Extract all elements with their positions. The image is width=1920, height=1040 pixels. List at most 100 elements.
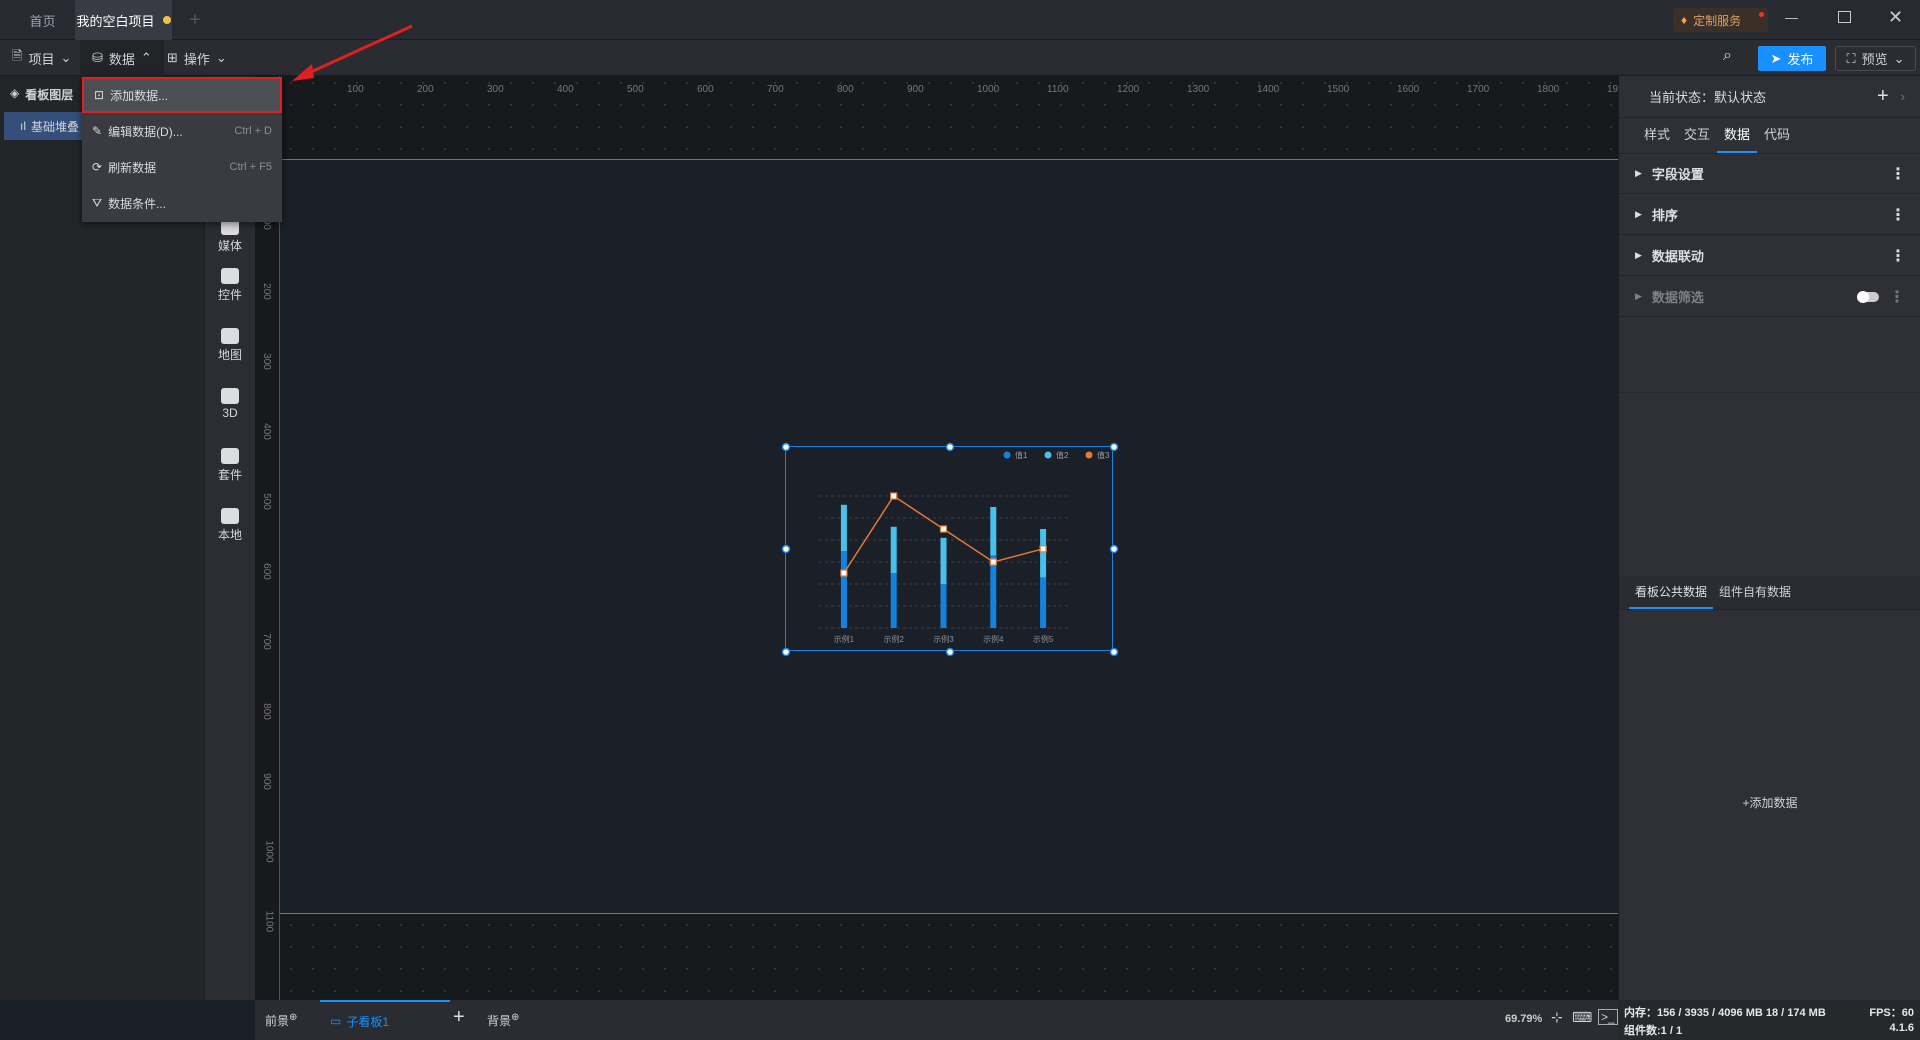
add-data-button[interactable]: +添加数据	[1619, 794, 1920, 811]
ruler-label: 800	[260, 703, 272, 720]
more-icon[interactable]: ⋮	[1889, 287, 1905, 307]
local-button[interactable]: 本地	[205, 508, 255, 543]
ruler-label: 400	[260, 423, 272, 440]
section-label: 数据筛选	[1651, 290, 1704, 305]
toolbar: 🗎 项目 ⌄ ⛁ 数据 ⌃ ⊞ 操作 ⌄ ⌕ ➤ 发布 ⛶ 预览 ⌄	[0, 40, 1920, 76]
new-tab-button[interactable]: +	[180, 0, 210, 40]
menu-item-add-data[interactable]: ⊡ 添加数据...	[82, 77, 282, 113]
chart-component[interactable]: 示例1 示例2 示例3 示例4 示例5 值1 值2 值3	[781, 442, 1119, 657]
controls-button[interactable]: 控件	[205, 268, 255, 303]
more-icon[interactable]: ⋮	[1890, 246, 1906, 266]
shirt-icon	[221, 448, 239, 464]
kit-button[interactable]: 套件	[205, 448, 255, 483]
data-menu-button[interactable]: ⛁ 数据 ⌃	[80, 40, 164, 76]
more-icon[interactable]: ⋮	[1890, 164, 1906, 184]
minimize-icon[interactable]: —	[1785, 10, 1798, 25]
preview-button[interactable]: ⛶ 预览 ⌄	[1835, 46, 1916, 71]
add-data-label: 添加数据	[1749, 796, 1798, 810]
keyboard-icon[interactable]: ⌨	[1572, 1009, 1592, 1026]
project-menu-button[interactable]: 🗎 项目 ⌄	[0, 40, 83, 76]
x-tick-label: 示例3	[933, 634, 954, 644]
list-icon	[221, 268, 239, 284]
foreground-tab[interactable]: 前景⊕	[265, 1012, 297, 1029]
tab-own-data[interactable]: 组件自有数据	[1713, 576, 1797, 609]
ruler-label: 1100	[263, 910, 275, 933]
3d-label: 3D	[222, 406, 238, 420]
operate-menu-button[interactable]: ⊞ 操作 ⌄	[155, 40, 239, 76]
add-circle-icon[interactable]: ⊕	[511, 1012, 519, 1023]
kit-label: 套件	[217, 468, 242, 482]
add-circle-icon[interactable]: ⊕	[289, 1012, 297, 1023]
tab-2[interactable]: 数据	[1717, 118, 1758, 153]
section-data-filter[interactable]: ▶ 数据筛选 ⋮	[1619, 277, 1920, 317]
data-dropdown-menu: ⊡ 添加数据... ✎ 编辑数据(D)... Ctrl + D ⟳ 刷新数据 Ctrl +…	[82, 77, 282, 222]
database-icon: ⛁	[92, 50, 103, 65]
subboard-label: 子看板1	[346, 1014, 390, 1029]
tab-home[interactable]: 首页	[0, 0, 85, 40]
line-point	[939, 525, 948, 533]
memory-readout: 内存：156 / 3935 / 4096 MB 18 / 174 MB	[1624, 1004, 1826, 1020]
add-state-icon[interactable]: +	[1877, 85, 1889, 108]
section-sort[interactable]: ▶ 排序 ⋮	[1619, 195, 1920, 235]
line-point	[840, 569, 848, 577]
components-label: 组件数:	[1624, 1025, 1661, 1037]
filter-toggle[interactable]	[1857, 290, 1879, 303]
map-button[interactable]: 地图	[205, 328, 255, 363]
menu-item-data-condition[interactable]: ⛛ 数据条件...	[82, 185, 282, 221]
subboard-tab[interactable]: ▭ 子看板1	[320, 1000, 450, 1040]
resize-handle	[781, 544, 791, 554]
3d-button[interactable]: 3D	[205, 388, 255, 420]
media-button[interactable]: 媒体	[205, 219, 255, 254]
section-data-linkage[interactable]: ▶ 数据联动 ⋮	[1619, 236, 1920, 276]
chevron-right-icon[interactable]: ›	[1901, 89, 1905, 104]
state-value[interactable]: 默认状态	[1714, 87, 1766, 106]
bar-值2	[940, 537, 947, 584]
section-field-settings[interactable]: ▶ 字段设置 ⋮	[1619, 154, 1920, 194]
chevron-down-icon: ⌄	[60, 50, 72, 65]
caret-right-icon: ▶	[1635, 250, 1642, 260]
tab-0[interactable]: 样式	[1637, 118, 1677, 153]
foreground-label: 前景	[265, 1014, 290, 1028]
canvas-bottom-margin	[280, 913, 1618, 1000]
fit-screen-icon[interactable]: ⊹	[1551, 1009, 1563, 1026]
legend-marker	[1003, 451, 1011, 459]
bar-值2	[1040, 529, 1047, 578]
tab-public-data[interactable]: 看板公共数据	[1629, 576, 1714, 609]
publish-label: 发布	[1787, 52, 1814, 67]
restore-icon[interactable]	[1838, 11, 1851, 23]
media-label: 媒体	[217, 239, 242, 253]
ruler-label: 1000	[977, 84, 1000, 95]
puzzle-icon	[221, 508, 239, 524]
zoom-level[interactable]: 69.79%	[1505, 1013, 1542, 1025]
plus-icon: +	[1742, 796, 1750, 810]
title-bar: 首页 我的空白项目 + ♦ 定制服务 — ✕	[0, 0, 1920, 40]
menu-item-edit-data[interactable]: ✎ 编辑数据(D)... Ctrl + D	[82, 113, 282, 149]
cube-icon	[221, 388, 239, 404]
caret-right-icon: ▶	[1635, 291, 1642, 301]
edit-icon: ✎	[92, 124, 103, 138]
send-icon: ➤	[1770, 50, 1782, 66]
terminal-icon[interactable]: >_	[1598, 1009, 1618, 1025]
search-icon[interactable]: ⌕	[1723, 47, 1732, 65]
layers-header: ◈ 看板图层	[10, 86, 73, 103]
publish-button[interactable]: ➤ 发布	[1758, 46, 1826, 71]
ruler-label: 1400	[1257, 84, 1280, 95]
menu-item-refresh-data[interactable]: ⟳ 刷新数据 Ctrl + F5	[82, 149, 282, 185]
tab-1[interactable]: 交互	[1677, 118, 1717, 153]
ruler-label: 400	[557, 84, 574, 95]
tab-project[interactable]: 我的空白项目	[75, 0, 172, 40]
background-tab[interactable]: 背景⊕	[487, 1012, 519, 1029]
refresh-icon: ⟳	[92, 160, 103, 174]
layers-title: 看板图层	[25, 88, 74, 102]
close-icon[interactable]: ✕	[1888, 7, 1903, 28]
tab-3[interactable]: 代码	[1757, 118, 1797, 153]
menu-label: 刷新数据	[108, 160, 157, 175]
controls-label: 控件	[217, 288, 242, 302]
add-subboard-button[interactable]: +	[453, 1006, 465, 1029]
chevron-up-icon: ⌃	[140, 50, 152, 65]
more-icon[interactable]: ⋮	[1890, 205, 1906, 225]
custom-service-button[interactable]: ♦ 定制服务	[1673, 8, 1768, 32]
filter-icon: ⛛	[92, 195, 103, 210]
line-point	[1039, 545, 1047, 553]
resize-handle	[781, 442, 791, 452]
